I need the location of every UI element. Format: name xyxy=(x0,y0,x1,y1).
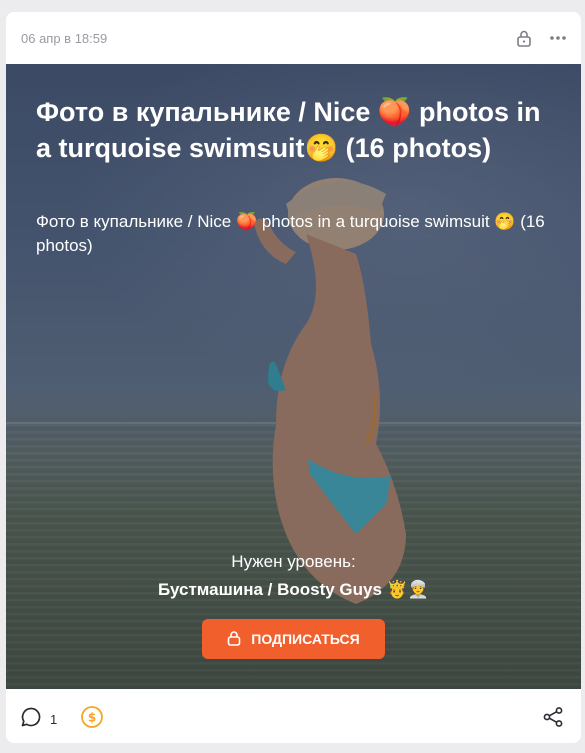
comment-icon xyxy=(20,706,42,733)
lock-icon xyxy=(512,26,536,50)
subscribe-label: ПОДПИСАТЬСЯ xyxy=(251,631,360,647)
access-tier-name: Бустмашина / Boosty Guys 🤴👳 xyxy=(157,580,430,599)
lock-icon xyxy=(227,630,241,649)
comment-count: 1 xyxy=(50,712,58,727)
access-requirement: Нужен уровень: Бустмашина / Boosty Guys … xyxy=(6,550,581,602)
comments-button[interactable]: 1 xyxy=(20,706,57,733)
share-icon[interactable] xyxy=(542,706,564,728)
post-title: Фото в купальнике / Nice 🍑 photos in a t… xyxy=(36,97,541,163)
more-options-icon[interactable] xyxy=(546,26,570,50)
subscribe-button[interactable]: ПОДПИСАТЬСЯ xyxy=(202,619,385,659)
post-footer: 1 $ xyxy=(6,689,581,743)
coin-icon[interactable]: $ xyxy=(80,705,104,729)
post-header: 06 апр в 18:59 xyxy=(6,12,581,64)
svg-text:$: $ xyxy=(88,711,96,725)
post-media-locked: Фото в купальнике / Nice 🍑 photos in a t… xyxy=(6,64,581,689)
post-timestamp: 06 апр в 18:59 xyxy=(21,31,108,46)
post-subtitle: Фото в купальнике / Nice 🍑 photos in a t… xyxy=(36,212,545,255)
access-label: Нужен уровень: xyxy=(231,552,356,571)
post-card: 06 апр в 18:59 Фото в купальнике / Nice … xyxy=(6,12,581,743)
